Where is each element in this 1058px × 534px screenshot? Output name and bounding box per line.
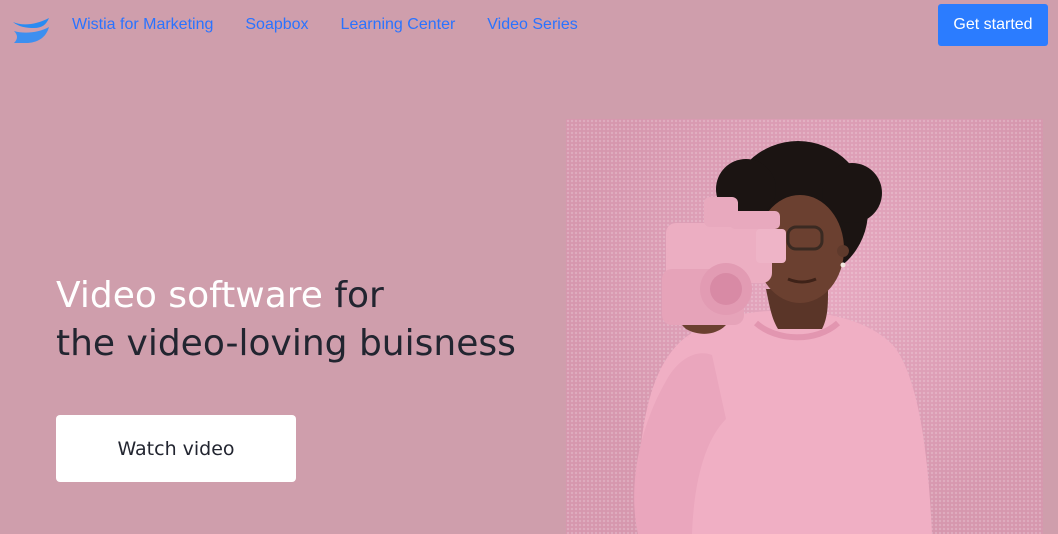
hero-title-line2: the video-loving buisness: [56, 323, 516, 364]
person-with-camera-image: [566, 119, 1043, 534]
person-illustration: [634, 141, 932, 534]
wistia-logo-icon[interactable]: [12, 16, 50, 44]
nav-link-video-series[interactable]: Video Series: [487, 14, 577, 36]
main-nav: Wistia for Marketing Soapbox Learning Ce…: [72, 14, 578, 36]
get-started-button[interactable]: Get started: [938, 4, 1048, 46]
watch-video-button[interactable]: Watch video: [56, 415, 296, 482]
hero-title-line1-rest: for: [322, 275, 384, 316]
nav-link-wistia-for-marketing[interactable]: Wistia for Marketing: [72, 14, 213, 36]
nav-link-soapbox[interactable]: Soapbox: [245, 14, 308, 36]
hero-title: Video software for the video-loving buis…: [56, 272, 516, 368]
nav-link-learning-center[interactable]: Learning Center: [341, 14, 456, 36]
hero-title-highlight: Video software: [56, 275, 323, 316]
